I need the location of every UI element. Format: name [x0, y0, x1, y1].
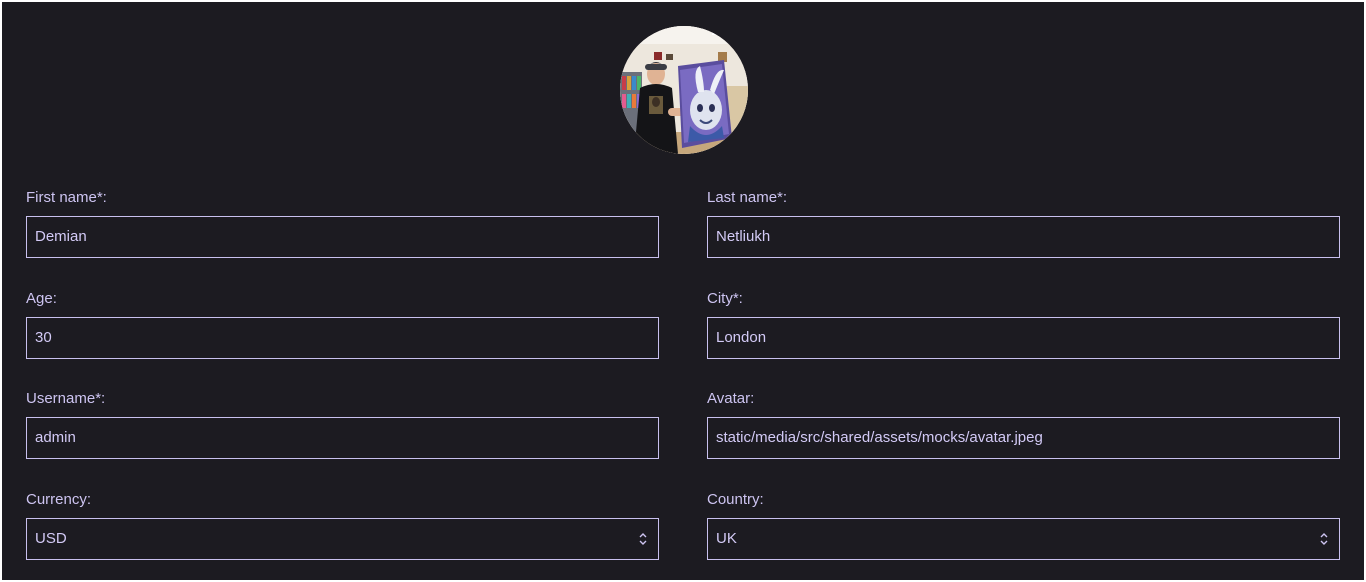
currency-field: Currency: USD [26, 491, 659, 560]
updown-chevron-icon [639, 533, 647, 545]
city-input[interactable]: London [707, 317, 1340, 359]
city-label: City*: [707, 290, 743, 307]
last-name-label: Last name*: [707, 189, 788, 206]
username-input[interactable]: admin [26, 417, 659, 459]
avatar-field: Avatar: static/media/src/shared/assets/m… [707, 390, 1340, 459]
avatar-input[interactable]: static/media/src/shared/assets/mocks/ava… [707, 417, 1340, 459]
city-field: City*: London [707, 290, 1340, 359]
last-name-field: Last name*: Netliukh [707, 189, 1340, 258]
first-name-input[interactable]: Demian [26, 216, 659, 258]
currency-select[interactable]: USD [26, 518, 659, 560]
avatar-photo [620, 26, 748, 154]
first-name-field: First name*: Demian [26, 189, 659, 258]
currency-selected-value: USD [35, 530, 67, 547]
country-field: Country: UK [707, 491, 1340, 560]
profile-card: First name*: Demian Last name*: Netliukh… [2, 2, 1364, 580]
profile-avatar [620, 26, 748, 154]
avatar-value: static/media/src/shared/assets/mocks/ava… [716, 429, 1043, 446]
currency-label: Currency: [26, 491, 92, 508]
last-name-input[interactable]: Netliukh [707, 216, 1340, 258]
country-selected-value: UK [716, 530, 737, 547]
city-value: London [716, 329, 767, 346]
age-label: Age: [26, 290, 57, 307]
age-input[interactable]: 30 [26, 317, 659, 359]
first-name-label: First name*: [26, 189, 107, 206]
updown-chevron-icon [1320, 533, 1328, 545]
age-field: Age: 30 [26, 290, 659, 359]
country-label: Country: [707, 491, 764, 508]
username-label: Username*: [26, 390, 106, 407]
username-field: Username*: admin [26, 390, 659, 459]
username-value: admin [35, 429, 76, 446]
first-name-value: Demian [35, 228, 87, 245]
country-select[interactable]: UK [707, 518, 1340, 560]
avatar-label: Avatar: [707, 390, 755, 407]
last-name-value: Netliukh [716, 228, 771, 245]
age-value: 30 [35, 329, 52, 346]
